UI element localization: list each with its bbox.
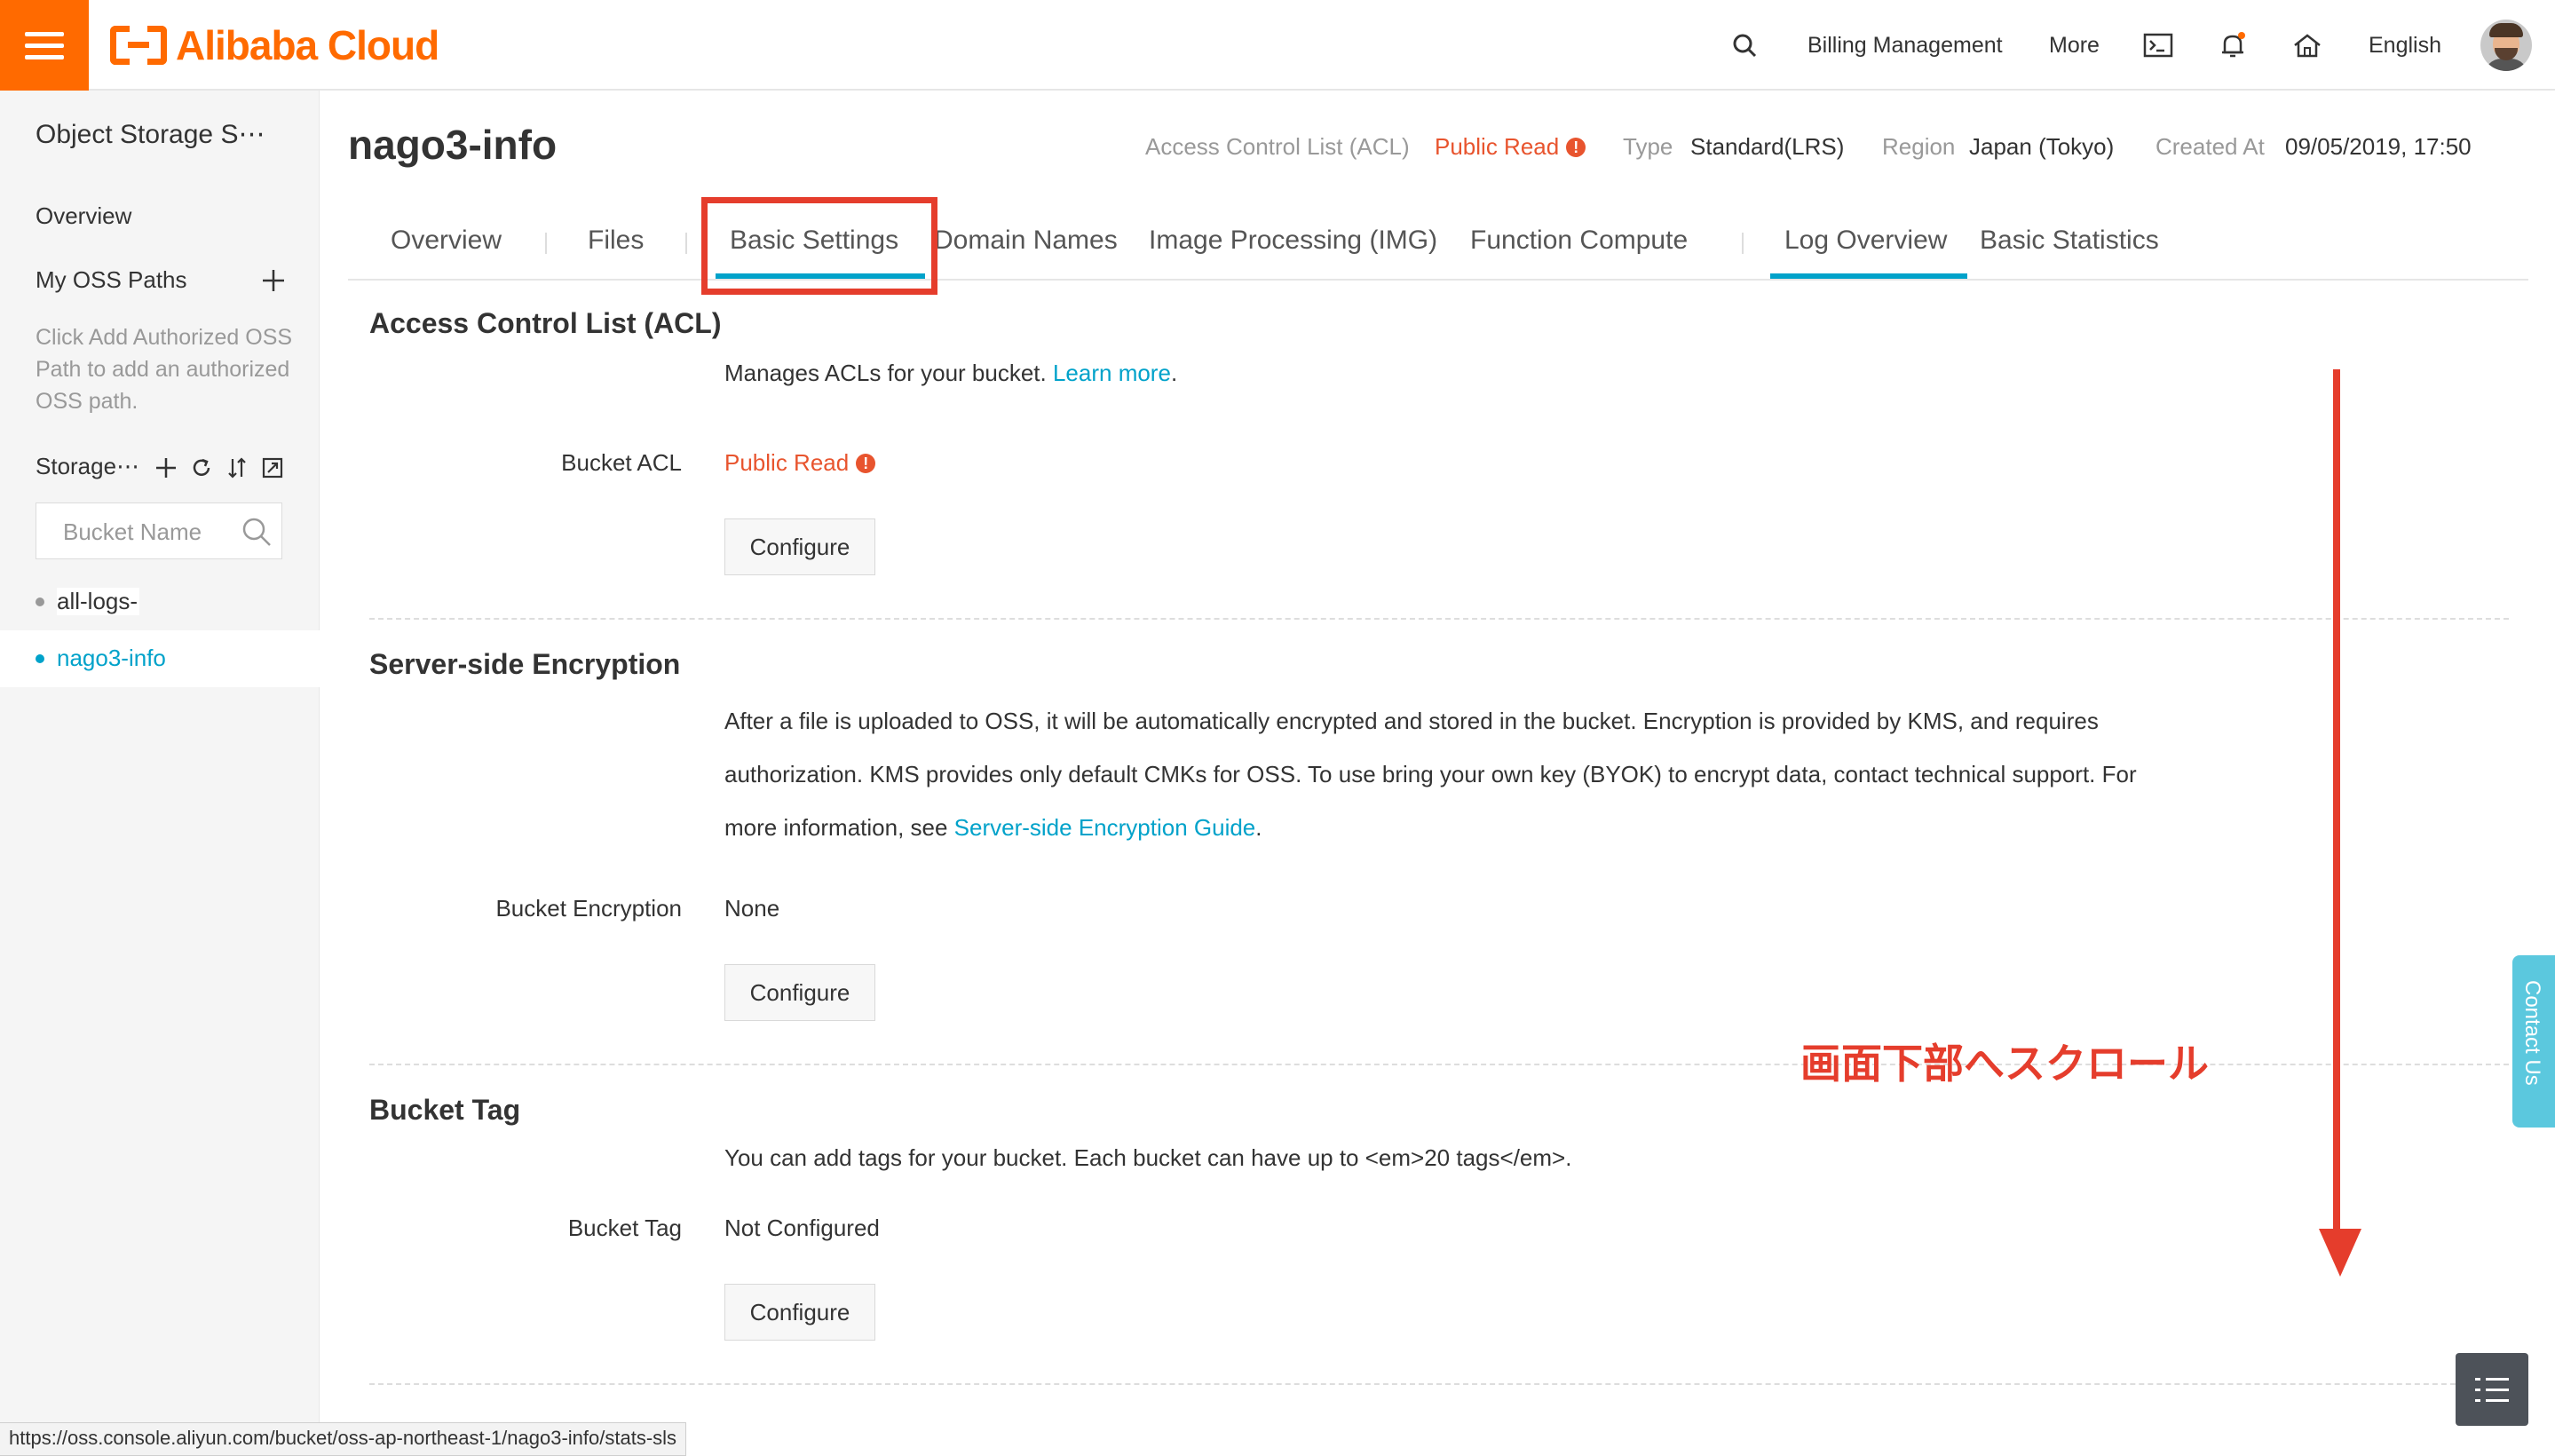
page-title: nago3-info (348, 122, 558, 168)
bucket-name: nago3-info (57, 645, 166, 671)
top-navigation-bar: Alibaba Cloud Billing Management More En… (0, 0, 2555, 91)
tag-configure-button[interactable]: Configure (724, 1284, 875, 1341)
sse-description: After a file is uploaded to OSS, it will… (724, 708, 2137, 841)
expand-icon[interactable] (261, 456, 284, 479)
contact-us-button[interactable]: Contact Us (2512, 955, 2555, 1128)
tab-basic-statistics[interactable]: Basic Statistics (1980, 226, 2159, 256)
scroll-arrow-line (2333, 369, 2340, 1239)
refresh-icon[interactable] (190, 456, 213, 479)
tab-image-processing[interactable]: Image Processing (IMG) (1149, 226, 1437, 256)
bucket-list-item-active[interactable]: nago3-info (0, 630, 320, 687)
tab-overview[interactable]: Overview (391, 226, 502, 256)
warning-icon: ! (1566, 138, 1586, 157)
bucket-tabs: Overview Files Basic Settings Domain Nam… (348, 210, 2528, 281)
type-meta-value: Standard(LRS) (1690, 133, 1845, 160)
search-icon[interactable] (1728, 28, 1761, 62)
contact-us-label: Contact Us (2520, 980, 2544, 1086)
sse-guide-link[interactable]: Server-side Encryption Guide (954, 814, 1256, 841)
tab-log-overview[interactable]: Log Overview (1784, 226, 1947, 256)
warning-icon: ! (856, 454, 876, 473)
list-menu-icon[interactable] (2456, 1353, 2528, 1426)
billing-management-link[interactable]: Billing Management (1807, 0, 2003, 91)
type-meta: Type (1623, 133, 1673, 160)
tag-description: You can add tags for your bucket. Each b… (724, 1144, 1572, 1171)
add-oss-path-icon[interactable] (261, 268, 286, 293)
region-meta-value: Japan (Tokyo) (1969, 133, 2115, 160)
bucket-dot-icon (36, 597, 44, 606)
tab-log-overview-indicator (1770, 273, 1967, 279)
bucket-list-item[interactable]: all-logs- (0, 574, 320, 630)
hamburger-menu-icon[interactable] (0, 0, 89, 91)
acl-meta-value: Public Read! (1435, 133, 1586, 161)
bucket-encryption-value: None (724, 895, 780, 922)
bucket-tag-label: Bucket Tag (567, 1215, 682, 1241)
created-meta-value: 09/05/2019, 17:50 (2285, 133, 2472, 160)
sidebar-item-my-oss-paths[interactable]: My OSS Paths (36, 266, 187, 294)
tab-files[interactable]: Files (588, 226, 644, 256)
logo-text: Alibaba Cloud (176, 22, 439, 68)
oss-path-hint: Click Add Authorized OSS Path to add an … (36, 325, 293, 414)
learn-more-link[interactable]: Learn more (1053, 360, 1171, 386)
tab-function-compute[interactable]: Function Compute (1470, 226, 1688, 256)
encryption-configure-button[interactable]: Configure (724, 964, 875, 1021)
add-bucket-icon[interactable] (154, 456, 178, 479)
scroll-annotation-text: 画面下部へスクロール (1800, 1041, 2209, 1087)
bucket-acl-value: Public Read! (724, 449, 876, 477)
language-selector[interactable]: English (2369, 0, 2441, 91)
bucket-name-search-input[interactable] (36, 503, 260, 560)
sse-section-title: Server-side Encryption (369, 648, 681, 680)
section-divider (369, 1383, 2509, 1385)
sort-icon[interactable] (225, 456, 249, 479)
terminal-icon[interactable] (2141, 28, 2175, 62)
bucket-tag-value: Not Configured (724, 1215, 880, 1241)
more-menu[interactable]: More (2049, 0, 2100, 91)
tag-section-title: Bucket Tag (369, 1094, 521, 1126)
acl-meta-label: Access Control List (ACL) (1145, 133, 1410, 160)
storage-label: Storage⋯ (36, 453, 140, 479)
acl-section-title: Access Control List (ACL) (369, 307, 722, 339)
acl-description: Manages ACLs for your bucket. Learn more… (724, 360, 1178, 386)
scroll-arrow-head-icon (2319, 1229, 2361, 1277)
region-meta: Region (1882, 133, 1956, 160)
bucket-encryption-label: Bucket Encryption (495, 895, 682, 922)
acl-configure-button[interactable]: Configure (724, 518, 875, 575)
tab-domain-names[interactable]: Domain Names (934, 226, 1118, 256)
bucket-dot-icon (36, 654, 44, 663)
bucket-acl-label: Bucket ACL (561, 449, 682, 476)
alibaba-cloud-logo[interactable]: Alibaba Cloud (110, 22, 439, 68)
user-avatar[interactable] (2480, 20, 2532, 71)
bucket-name: all-logs- (57, 588, 140, 615)
basic-settings-highlight-box (701, 197, 937, 295)
acl-meta: Access Control List (ACL) (1145, 133, 1410, 161)
bucket-search-field (36, 502, 282, 560)
search-icon[interactable] (241, 516, 273, 548)
sidebar-title: Object Storage S⋯ (36, 120, 265, 149)
sidebar: Object Storage S⋯ Overview My OSS Paths … (0, 91, 320, 1454)
browser-status-url: https://oss.console.aliyun.com/bucket/os… (0, 1422, 687, 1456)
alibaba-logo-icon (110, 26, 167, 65)
sidebar-item-overview[interactable]: Overview (36, 202, 131, 230)
home-icon[interactable] (2290, 28, 2324, 62)
notification-bell-icon[interactable] (2216, 28, 2250, 62)
created-meta: Created At (2156, 133, 2265, 160)
section-divider (369, 618, 2509, 620)
